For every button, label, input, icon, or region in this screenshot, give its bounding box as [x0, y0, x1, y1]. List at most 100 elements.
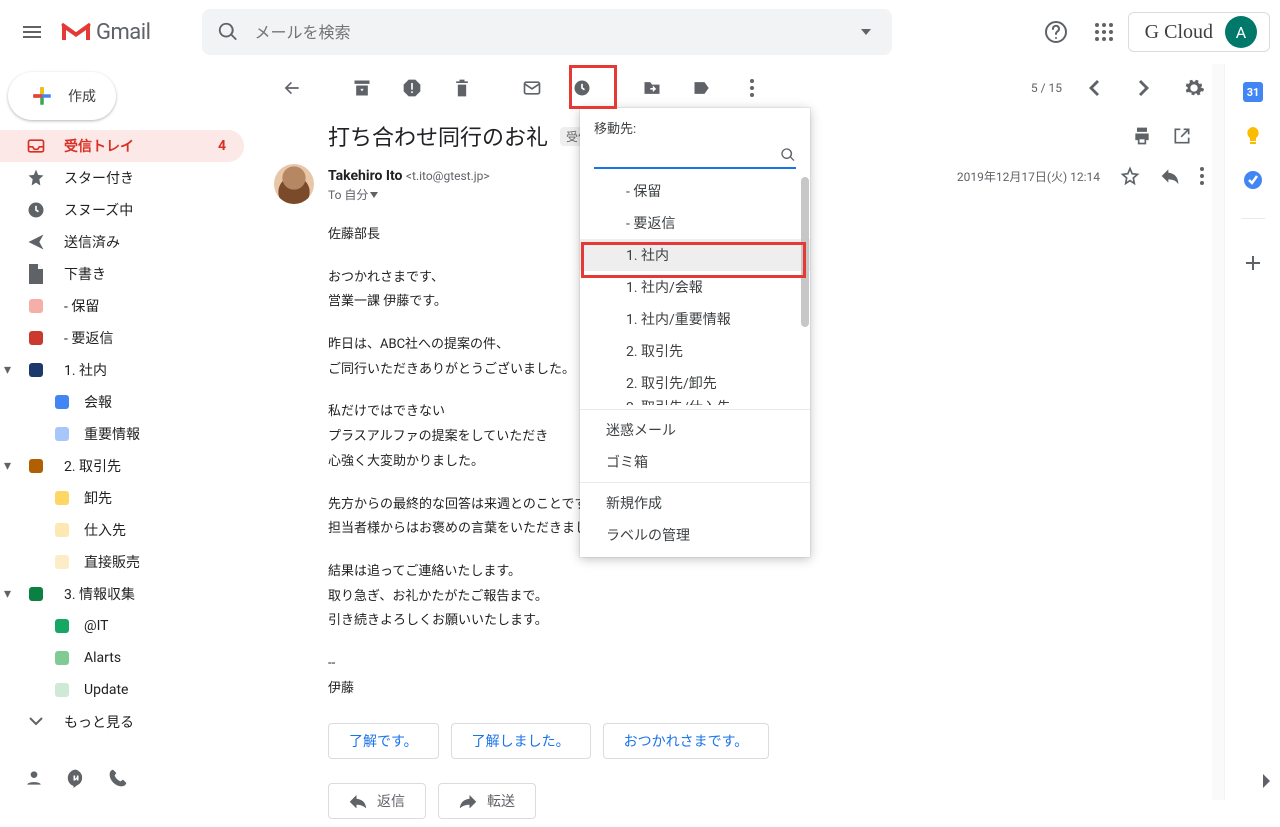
sidebar-item-reply[interactable]: - 要返信	[0, 322, 244, 354]
archive-button[interactable]	[342, 68, 382, 108]
label-icon	[52, 555, 72, 569]
search-icon[interactable]	[208, 12, 248, 52]
scrollbar-track[interactable]	[1212, 64, 1224, 800]
l1b-label: 重要情報	[84, 424, 140, 444]
clock-icon	[26, 200, 46, 220]
reply-icon[interactable]	[1160, 166, 1180, 186]
sidebar-item-more[interactable]: もっと見る	[0, 706, 244, 738]
sidebar-item-l2c[interactable]: 直接販売	[0, 546, 244, 578]
popup-item-hold[interactable]: - 保留	[580, 175, 810, 207]
mark-unread-button[interactable]	[512, 68, 552, 108]
phone-icon[interactable]	[108, 768, 128, 788]
popup-search-input[interactable]	[594, 148, 780, 163]
popup-item-text: 1. 社内/会報	[626, 277, 703, 297]
reply-label: - 要返信	[64, 328, 113, 348]
tasks-addon-icon[interactable]	[1243, 170, 1263, 190]
popup-item-text: 新規作成	[606, 493, 662, 513]
calendar-addon-icon[interactable]: 31	[1243, 82, 1263, 102]
search-icon	[780, 147, 796, 163]
person-icon[interactable]	[24, 768, 44, 788]
sidebar-item-starred[interactable]: スター付き	[0, 162, 244, 194]
avatar-initial: A	[1236, 23, 1246, 42]
search-options-icon[interactable]	[846, 12, 886, 52]
popup-item-client-supplier[interactable]: 2. 取引先/仕入先	[580, 399, 810, 405]
account-switcher[interactable]: G Cloud A	[1128, 12, 1270, 52]
smart-reply-3[interactable]: おつかれさまです。	[603, 723, 770, 759]
sender-avatar[interactable]	[274, 164, 314, 204]
starred-label: スター付き	[64, 168, 134, 188]
sidebar-item-l1b[interactable]: 重要情報	[0, 418, 244, 450]
caret-down-icon[interactable]: ▾	[4, 362, 11, 378]
sidebar-item-drafts[interactable]: 下書き	[0, 258, 244, 290]
keep-addon-icon[interactable]	[1243, 126, 1263, 146]
delete-button[interactable]	[442, 68, 482, 108]
collapse-panel-icon[interactable]	[1260, 772, 1272, 790]
popup-item-internal-news[interactable]: 1. 社内/会報	[580, 271, 810, 303]
main-menu-icon[interactable]	[8, 8, 56, 56]
popup-item-manage[interactable]: ラベルの管理	[580, 519, 810, 551]
drafts-icon	[26, 264, 46, 284]
l3a-label: @IT	[84, 618, 109, 634]
popup-search[interactable]	[594, 143, 796, 169]
support-icon[interactable]	[1032, 8, 1080, 56]
popup-item-text: 迷惑メール	[606, 420, 676, 440]
search-bar[interactable]	[202, 9, 892, 55]
sidebar-item-sent[interactable]: 送信済み	[0, 226, 244, 258]
snooze-button[interactable]	[562, 68, 602, 108]
print-icon[interactable]	[1132, 126, 1152, 146]
popup-item-client-wholesale[interactable]: 2. 取引先/卸先	[580, 367, 810, 399]
sidebar-item-inbox[interactable]: 受信トレイ 4	[0, 130, 244, 162]
popup-item-client[interactable]: 2. 取引先	[580, 335, 810, 367]
l2c-label: 直接販売	[84, 552, 140, 572]
header: Gmail G Cloud A	[0, 0, 1280, 64]
sidebar-item-l3a[interactable]: @IT	[0, 610, 244, 642]
sidebar-item-snoozed[interactable]: スヌーズ中	[0, 194, 244, 226]
get-addons-icon[interactable]	[1233, 243, 1273, 283]
gmail-logo[interactable]: Gmail	[60, 20, 150, 45]
popup-item-spam[interactable]: 迷惑メール	[580, 414, 810, 446]
avatar[interactable]: A	[1225, 16, 1257, 48]
svg-text:31: 31	[1246, 86, 1259, 99]
sidebar-item-l3b[interactable]: Alarts	[0, 642, 244, 674]
settings-button[interactable]	[1174, 68, 1214, 108]
search-input[interactable]	[248, 23, 846, 42]
popup-item-internal-important[interactable]: 1. 社内/重要情報	[580, 303, 810, 335]
sidebar-item-l3[interactable]: ▾3. 情報収集	[0, 578, 244, 610]
sidebar-item-l1a[interactable]: 会報	[0, 386, 244, 418]
move-to-button[interactable]	[632, 68, 672, 108]
apps-icon[interactable]	[1080, 8, 1128, 56]
sidebar-item-hold[interactable]: - 保留	[0, 290, 244, 322]
popup-item-internal[interactable]: 1. 社内	[580, 239, 810, 271]
smart-reply-1[interactable]: 了解です。	[328, 723, 439, 759]
compose-button[interactable]: 作成	[8, 72, 116, 120]
l3b-label: Alarts	[84, 650, 121, 666]
caret-down-icon[interactable]: ▾	[4, 458, 11, 474]
labels-button[interactable]	[682, 68, 722, 108]
forward-button[interactable]: 転送	[438, 783, 536, 819]
popup-item-trash[interactable]: ゴミ箱	[580, 446, 810, 478]
caret-down-icon[interactable]: ▾	[4, 586, 11, 602]
sidebar-item-l3c[interactable]: Update	[0, 674, 244, 706]
hangouts-icon[interactable]	[66, 768, 86, 788]
smart-replies: 了解です。 了解しました。 おつかれさまです。	[328, 723, 1204, 759]
back-button[interactable]	[272, 68, 312, 108]
sidebar-item-l1[interactable]: ▾1. 社内	[0, 354, 244, 386]
sidebar-item-l2b[interactable]: 仕入先	[0, 514, 244, 546]
reply-button[interactable]: 返信	[328, 783, 426, 819]
star-icon[interactable]	[1120, 166, 1140, 186]
prev-button[interactable]	[1074, 68, 1114, 108]
smart-reply-2[interactable]: 了解しました。	[451, 723, 591, 759]
spam-button[interactable]	[392, 68, 432, 108]
next-button[interactable]	[1124, 68, 1164, 108]
sidebar-item-l2[interactable]: ▾ 2. 取引先	[0, 450, 244, 482]
popup-item-create[interactable]: 新規作成	[580, 487, 810, 519]
popup-item-reply[interactable]: - 要返信	[580, 207, 810, 239]
l1a-label: 会報	[84, 392, 112, 412]
body-sig: -- 伊藤	[328, 652, 1204, 701]
sidebar-item-l2a[interactable]: 卸先	[0, 482, 244, 514]
l2-label: 2. 取引先	[64, 456, 121, 476]
popup-scrollbar[interactable]	[801, 177, 809, 327]
more-button[interactable]	[732, 68, 772, 108]
more-icon[interactable]	[1200, 167, 1204, 185]
popout-icon[interactable]	[1172, 126, 1192, 146]
